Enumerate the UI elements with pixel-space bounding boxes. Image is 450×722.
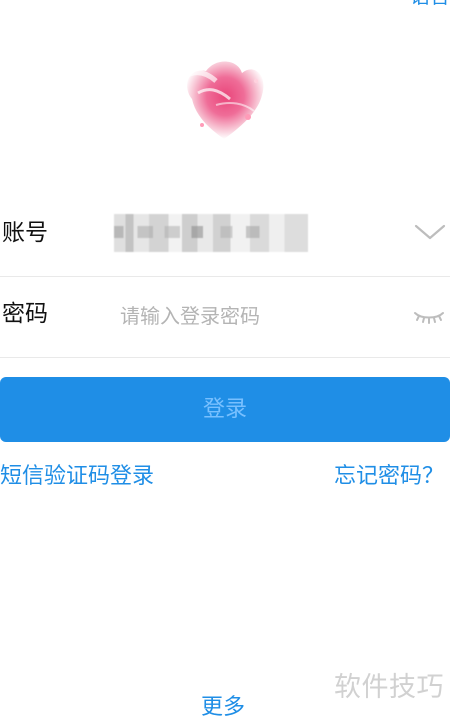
- login-screen: { "top_link": { "label": "语言" }, "form":…: [0, 0, 450, 722]
- account-label: 账号: [2, 220, 48, 246]
- account-value-masked: [114, 214, 308, 252]
- login-button[interactable]: 登录: [0, 377, 450, 442]
- avatar: [172, 47, 276, 149]
- chevron-down-icon[interactable]: [414, 220, 446, 244]
- language-link[interactable]: 语言: [410, 0, 450, 6]
- account-row: 账号: [0, 196, 450, 277]
- eye-closed-icon[interactable]: [411, 301, 447, 329]
- watermark-text: 软件技巧: [334, 672, 444, 703]
- more-link[interactable]: 更多: [201, 694, 245, 722]
- password-input[interactable]: [120, 299, 390, 333]
- forgot-password-link[interactable]: 忘记密码？: [334, 463, 444, 491]
- password-row: 密码: [0, 277, 450, 358]
- password-label: 密码: [2, 301, 48, 327]
- avatar-image: [172, 47, 276, 149]
- sms-login-link[interactable]: 短信验证码登录: [0, 463, 154, 491]
